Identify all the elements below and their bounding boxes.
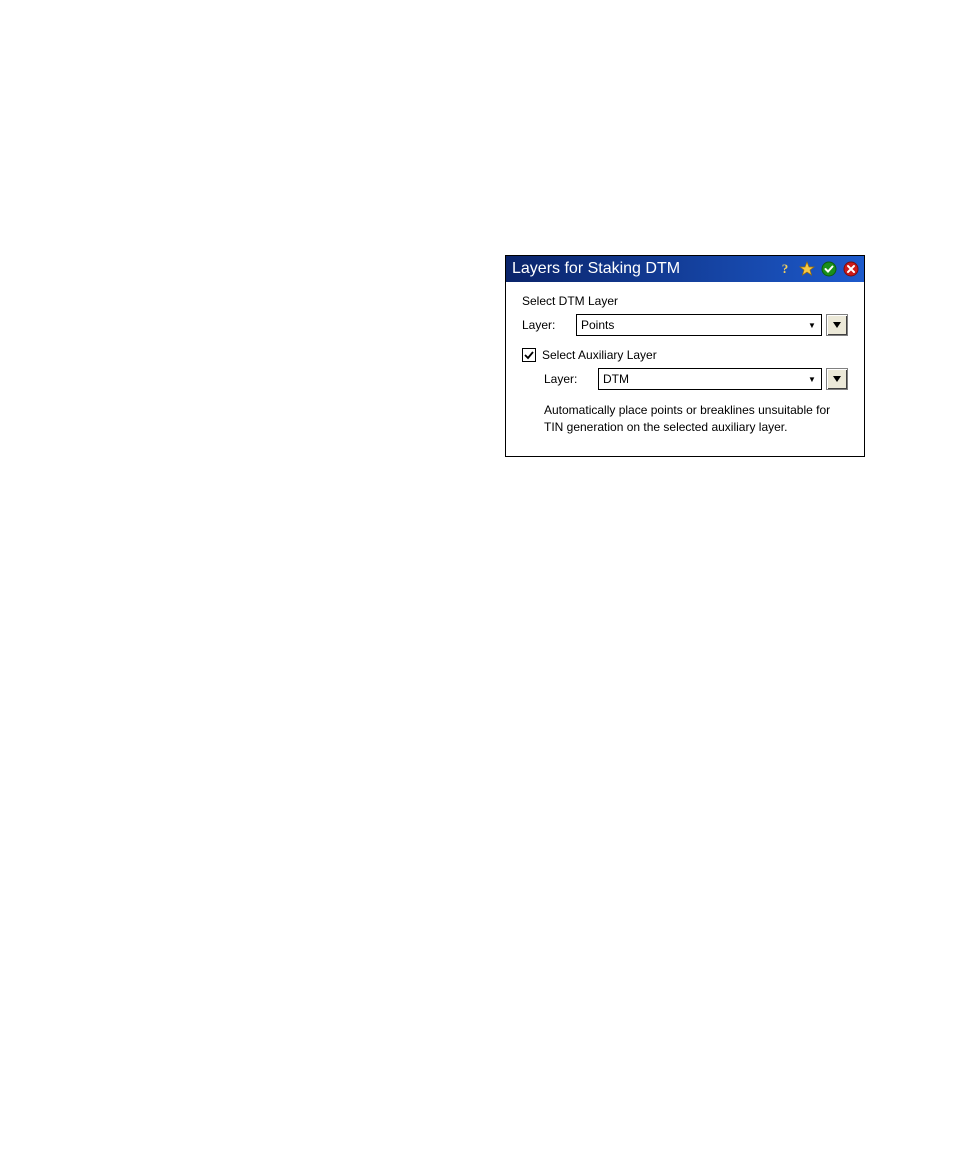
aux-layer-dropdown-button[interactable] (826, 368, 848, 390)
select-dtm-layer-label: Select DTM Layer (522, 294, 848, 308)
layers-for-staking-dtm-dialog: Layers for Staking DTM ? (505, 255, 865, 457)
dtm-layer-dropdown-button[interactable] (826, 314, 848, 336)
chevron-down-icon: ▼ (805, 375, 819, 384)
dialog-body: Select DTM Layer Layer: Points ▼ Select … (506, 282, 864, 456)
aux-layer-checkbox[interactable] (522, 348, 536, 362)
aux-layer-checkbox-row: Select Auxiliary Layer (522, 348, 848, 362)
chevron-down-icon: ▼ (805, 321, 819, 330)
ok-icon[interactable] (820, 260, 838, 278)
star-icon[interactable] (798, 260, 816, 278)
dtm-layer-select-value: Points (581, 318, 614, 332)
titlebar-icon-group: ? (776, 260, 860, 278)
aux-layer-field-label: Layer: (544, 372, 592, 386)
aux-layer-description: Automatically place points or breaklines… (544, 402, 848, 436)
aux-layer-select-wrap: DTM ▼ (598, 368, 848, 390)
svg-text:?: ? (782, 261, 789, 276)
close-icon[interactable] (842, 260, 860, 278)
dtm-layer-select-wrap: Points ▼ (576, 314, 848, 336)
dialog-title: Layers for Staking DTM (512, 260, 680, 278)
aux-layer-select[interactable]: DTM ▼ (598, 368, 822, 390)
dialog-titlebar: Layers for Staking DTM ? (506, 256, 864, 282)
aux-layer-checkbox-label: Select Auxiliary Layer (542, 348, 657, 362)
dtm-layer-field-label: Layer: (522, 318, 570, 332)
dtm-layer-select[interactable]: Points ▼ (576, 314, 822, 336)
aux-layer-select-value: DTM (603, 372, 629, 386)
dtm-layer-field-row: Layer: Points ▼ (522, 314, 848, 336)
aux-layer-field-row: Layer: DTM ▼ (544, 368, 848, 390)
help-icon[interactable]: ? (776, 260, 794, 278)
